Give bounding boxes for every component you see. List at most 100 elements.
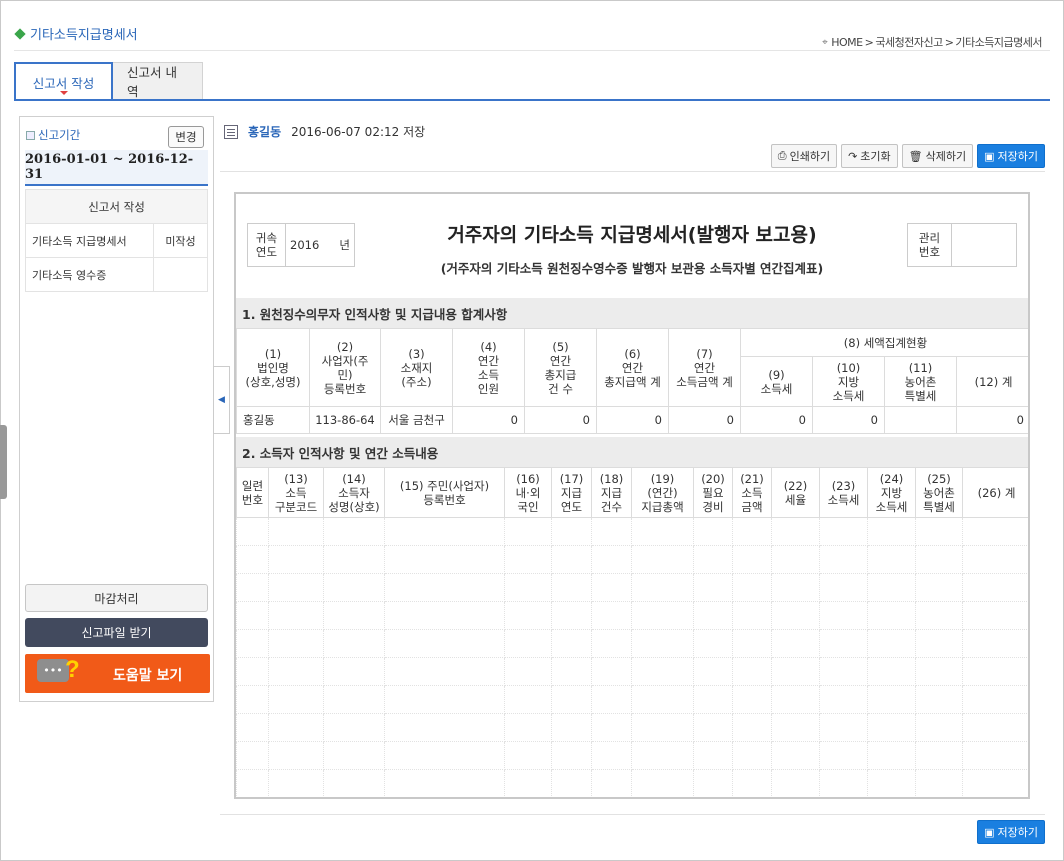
cell-total-income[interactable]: 0	[668, 406, 741, 434]
empty-cell[interactable]	[591, 769, 632, 797]
empty-cell[interactable]	[771, 769, 820, 797]
empty-cell[interactable]	[771, 657, 820, 686]
empty-cell[interactable]	[631, 741, 694, 770]
tab-history[interactable]: 신고서 내역	[113, 62, 203, 100]
empty-cell[interactable]	[323, 601, 385, 630]
empty-cell[interactable]	[819, 573, 868, 602]
empty-cell[interactable]	[915, 545, 963, 574]
empty-cell[interactable]	[732, 713, 772, 742]
empty-cell[interactable]	[323, 517, 385, 546]
empty-cell[interactable]	[384, 573, 505, 602]
empty-cell[interactable]	[962, 741, 1028, 770]
empty-cell[interactable]	[771, 685, 820, 714]
empty-cell[interactable]	[867, 713, 916, 742]
empty-cell[interactable]	[551, 545, 592, 574]
empty-cell[interactable]	[771, 545, 820, 574]
empty-cell[interactable]	[384, 601, 505, 630]
empty-cell[interactable]	[867, 629, 916, 658]
empty-cell[interactable]	[867, 769, 916, 797]
cell-sum[interactable]: 0	[956, 406, 1028, 434]
empty-cell[interactable]	[962, 573, 1028, 602]
empty-cell[interactable]	[771, 713, 820, 742]
empty-cell[interactable]	[631, 713, 694, 742]
empty-cell[interactable]	[867, 741, 916, 770]
empty-cell[interactable]	[915, 517, 963, 546]
help-button[interactable]: ••• ? 도움말 보기	[25, 654, 210, 693]
empty-cell[interactable]	[962, 601, 1028, 630]
empty-cell[interactable]	[384, 741, 505, 770]
empty-cell[interactable]	[867, 685, 916, 714]
empty-cell[interactable]	[819, 545, 868, 574]
empty-cell[interactable]	[591, 713, 632, 742]
reset-button[interactable]: ↷ 초기화	[841, 144, 898, 168]
management-number-value[interactable]	[952, 224, 1016, 266]
empty-cell[interactable]	[384, 713, 505, 742]
empty-cell[interactable]	[323, 545, 385, 574]
empty-cell[interactable]	[504, 713, 552, 742]
empty-cell[interactable]	[962, 545, 1028, 574]
empty-cell[interactable]	[236, 573, 269, 602]
empty-cell[interactable]	[551, 685, 592, 714]
empty-cell[interactable]	[384, 769, 505, 797]
empty-cell[interactable]	[962, 769, 1028, 797]
empty-cell[interactable]	[268, 629, 324, 658]
empty-cell[interactable]	[867, 545, 916, 574]
empty-cell[interactable]	[915, 685, 963, 714]
empty-cell[interactable]	[268, 685, 324, 714]
empty-cell[interactable]	[384, 657, 505, 686]
empty-cell[interactable]	[504, 601, 552, 630]
empty-cell[interactable]	[771, 573, 820, 602]
empty-cell[interactable]	[384, 685, 505, 714]
empty-cell[interactable]	[693, 657, 733, 686]
report-item-label[interactable]: 기타소득 지급명세서	[25, 223, 154, 258]
cell-total-paid[interactable]: 0	[596, 406, 669, 434]
empty-cell[interactable]	[915, 601, 963, 630]
empty-cell[interactable]	[591, 517, 632, 546]
delete-button[interactable]: 🗑︎ 삭제하기	[901, 144, 974, 168]
report-item-label[interactable]: 기타소득 영수증	[25, 257, 154, 292]
empty-cell[interactable]	[323, 741, 385, 770]
cell-income-tax[interactable]: 0	[740, 406, 813, 434]
empty-cell[interactable]	[962, 657, 1028, 686]
empty-cell[interactable]	[551, 573, 592, 602]
empty-cell[interactable]	[867, 517, 916, 546]
empty-cell[interactable]	[693, 573, 733, 602]
close-filing-button[interactable]: 마감처리	[25, 584, 208, 612]
empty-cell[interactable]	[693, 601, 733, 630]
empty-cell[interactable]	[268, 741, 324, 770]
cell-name[interactable]: 홍길동	[236, 406, 310, 434]
empty-cell[interactable]	[962, 517, 1028, 546]
empty-cell[interactable]	[323, 657, 385, 686]
empty-cell[interactable]	[323, 713, 385, 742]
empty-cell[interactable]	[962, 685, 1028, 714]
empty-cell[interactable]	[771, 601, 820, 630]
report-list-item[interactable]: 기타소득 영수증	[25, 257, 208, 292]
empty-cell[interactable]	[915, 629, 963, 658]
empty-cell[interactable]	[819, 657, 868, 686]
empty-cell[interactable]	[236, 545, 269, 574]
empty-cell[interactable]	[384, 629, 505, 658]
empty-cell[interactable]	[693, 629, 733, 658]
empty-cell[interactable]	[236, 713, 269, 742]
empty-cell[interactable]	[504, 685, 552, 714]
empty-cell[interactable]	[867, 601, 916, 630]
empty-cell[interactable]	[631, 517, 694, 546]
empty-cell[interactable]	[771, 741, 820, 770]
empty-cell[interactable]	[504, 657, 552, 686]
cell-biz-no[interactable]: 113-86-64	[309, 406, 381, 434]
breadcrumb-item[interactable]: 국세청전자신고	[875, 34, 943, 50]
empty-cell[interactable]	[915, 573, 963, 602]
empty-cell[interactable]	[631, 601, 694, 630]
empty-cell[interactable]	[771, 629, 820, 658]
cell-local-tax[interactable]: 0	[812, 406, 885, 434]
empty-cell[interactable]	[591, 741, 632, 770]
empty-cell[interactable]	[915, 713, 963, 742]
empty-cell[interactable]	[551, 657, 592, 686]
empty-cell[interactable]	[962, 629, 1028, 658]
empty-cell[interactable]	[819, 629, 868, 658]
empty-cell[interactable]	[819, 769, 868, 797]
empty-cell[interactable]	[771, 517, 820, 546]
empty-cell[interactable]	[693, 741, 733, 770]
empty-cell[interactable]	[323, 629, 385, 658]
empty-cell[interactable]	[962, 713, 1028, 742]
